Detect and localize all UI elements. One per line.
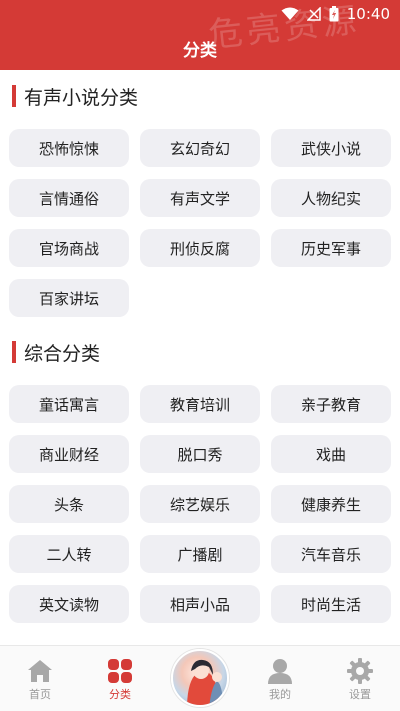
category-chip[interactable]: 历史军事	[271, 229, 391, 267]
app-header: 10:40 危亮资源 分类	[0, 0, 400, 70]
section-title: 有声小说分类	[24, 86, 139, 109]
category-chip[interactable]: 武侠小说	[271, 129, 391, 167]
status-time: 10:40	[346, 5, 390, 23]
section-header-audio-novel: 有声小说分类	[12, 84, 139, 109]
category-chip[interactable]: 玄幻奇幻	[140, 129, 260, 167]
category-chip[interactable]: 教育培训	[140, 385, 260, 423]
section-title: 综合分类	[24, 342, 101, 365]
category-chip[interactable]: 广播剧	[140, 535, 260, 573]
nav-label: 我的	[269, 688, 291, 701]
category-chip[interactable]: 汽车音乐	[271, 535, 391, 573]
category-chip[interactable]: 人物纪实	[271, 179, 391, 217]
center-avatar-button[interactable]	[171, 649, 229, 707]
category-chip[interactable]: 头条	[9, 485, 129, 523]
status-bar: 10:40	[0, 0, 400, 28]
category-chip[interactable]: 有声文学	[140, 179, 260, 217]
status-icons: 10:40	[281, 4, 390, 24]
user-icon	[266, 658, 294, 684]
category-chip[interactable]: 英文读物	[9, 585, 129, 623]
nav-label: 首页	[29, 688, 51, 701]
home-icon	[26, 658, 54, 684]
category-chip[interactable]: 百家讲坛	[9, 279, 129, 317]
section-accent-bar	[12, 85, 16, 107]
category-chip[interactable]: 商业财经	[9, 435, 129, 473]
nav-label: 设置	[349, 688, 371, 701]
section-accent-bar	[12, 341, 16, 363]
category-chip[interactable]: 童话寓言	[9, 385, 129, 423]
category-chip[interactable]: 戏曲	[271, 435, 391, 473]
section-header-general: 综合分类	[12, 340, 101, 365]
category-chip[interactable]: 综艺娱乐	[140, 485, 260, 523]
category-chip[interactable]: 时尚生活	[271, 585, 391, 623]
signal-icon	[306, 7, 321, 21]
category-chip[interactable]: 亲子教育	[271, 385, 391, 423]
grid-icon	[106, 658, 134, 684]
category-chip[interactable]: 刑侦反腐	[140, 229, 260, 267]
page-title: 分类	[183, 41, 217, 61]
category-chip[interactable]: 脱口秀	[140, 435, 260, 473]
category-chip[interactable]: 相声小品	[140, 585, 260, 623]
category-chip[interactable]: 二人转	[9, 535, 129, 573]
wifi-icon	[281, 7, 299, 20]
nav-label: 分类	[109, 688, 131, 701]
gear-icon	[346, 658, 374, 684]
category-chip[interactable]: 言情通俗	[9, 179, 129, 217]
nav-settings[interactable]: 设置	[320, 646, 400, 711]
nav-mine[interactable]: 我的	[240, 646, 320, 711]
nav-home[interactable]: 首页	[0, 646, 80, 711]
category-chip[interactable]: 健康养生	[271, 485, 391, 523]
category-content[interactable]: 有声小说分类 恐怖惊悚 玄幻奇幻 武侠小说 言情通俗 有声文学 人物纪实 官场商…	[0, 70, 400, 645]
category-chip[interactable]: 官场商战	[9, 229, 129, 267]
nav-category[interactable]: 分类	[80, 646, 160, 711]
battery-icon	[329, 6, 339, 22]
category-chip[interactable]: 恐怖惊悚	[9, 129, 129, 167]
